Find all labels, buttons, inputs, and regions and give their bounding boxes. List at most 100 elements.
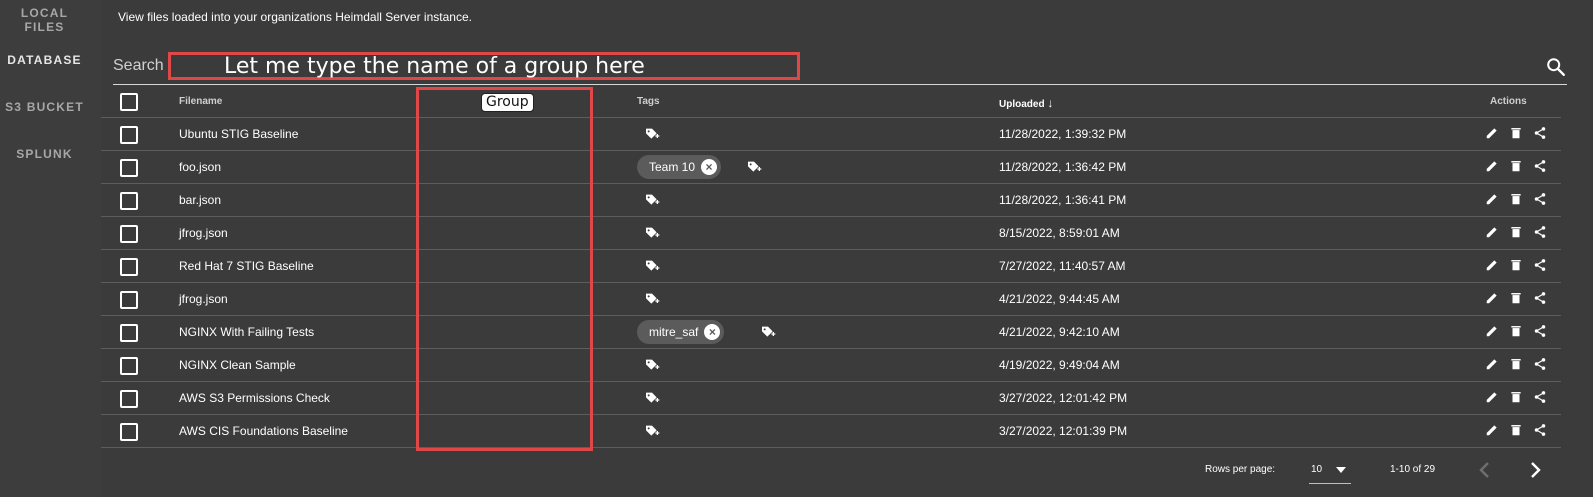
- filename-cell[interactable]: jfrog.json: [179, 226, 228, 240]
- trash-icon[interactable]: [1509, 357, 1523, 371]
- row-checkbox[interactable]: [120, 324, 138, 342]
- tag-plus-icon[interactable]: [644, 192, 660, 208]
- pencil-icon[interactable]: [1485, 324, 1499, 338]
- sidebar-item-s3-bucket[interactable]: S3 BUCKET: [0, 100, 89, 114]
- filename-cell[interactable]: jfrog.json: [179, 292, 228, 306]
- filename-cell[interactable]: bar.json: [179, 193, 221, 207]
- scrollbar[interactable]: [1567, 0, 1593, 497]
- share-icon[interactable]: [1533, 324, 1547, 338]
- pencil-icon[interactable]: [1485, 258, 1499, 272]
- uploaded-header-label: Uploaded: [999, 99, 1045, 110]
- uploaded-cell: 3/27/2022, 12:01:39 PM: [999, 424, 1128, 438]
- rows-per-page-label: Rows per page:: [1205, 464, 1276, 475]
- search-icon[interactable]: [1545, 56, 1567, 78]
- trash-icon[interactable]: [1509, 291, 1523, 305]
- row-checkbox[interactable]: [120, 357, 138, 375]
- trash-icon[interactable]: [1509, 423, 1523, 437]
- table-row[interactable]: Ubuntu STIG Baseline 11/28/2022, 1:39:32 …: [101, 118, 1561, 151]
- group-column-annotation-box: [416, 87, 593, 451]
- filename-cell[interactable]: AWS CIS Foundations Baseline: [179, 424, 348, 438]
- page-subtitle: View files loaded into your organization…: [118, 10, 472, 24]
- row-checkbox[interactable]: [120, 159, 138, 177]
- row-checkbox[interactable]: [120, 423, 138, 441]
- close-circle-icon[interactable]: ×: [701, 159, 718, 175]
- column-header-tags[interactable]: Tags: [637, 96, 660, 107]
- filename-cell[interactable]: AWS S3 Permissions Check: [179, 391, 330, 405]
- share-icon[interactable]: [1533, 126, 1547, 140]
- share-icon[interactable]: [1533, 225, 1547, 239]
- uploaded-cell: 11/28/2022, 1:39:32 PM: [999, 127, 1127, 141]
- tag-plus-icon[interactable]: [644, 423, 660, 439]
- uploaded-cell: 7/27/2022, 11:40:57 AM: [999, 259, 1126, 273]
- tag-chip-label: mitre_saf: [649, 325, 699, 339]
- tag-plus-icon[interactable]: [644, 390, 660, 406]
- row-checkbox[interactable]: [120, 192, 138, 210]
- previous-page-icon[interactable]: [1475, 459, 1495, 481]
- filename-cell[interactable]: NGINX With Failing Tests: [179, 325, 314, 339]
- tag-plus-icon[interactable]: [644, 357, 660, 373]
- tag-plus-icon[interactable]: [746, 159, 762, 175]
- table-row[interactable]: NGINX Clean Sample 4/19/2022, 9:49:04 AM: [101, 349, 1561, 382]
- share-icon[interactable]: [1533, 258, 1547, 272]
- share-icon[interactable]: [1533, 390, 1547, 404]
- share-icon[interactable]: [1533, 357, 1547, 371]
- tag-plus-icon[interactable]: [644, 126, 660, 142]
- trash-icon[interactable]: [1509, 225, 1523, 239]
- tag-chip[interactable]: Team 10 ×: [637, 155, 722, 179]
- pencil-icon[interactable]: [1485, 126, 1499, 140]
- tag-plus-icon[interactable]: [760, 324, 776, 340]
- next-page-icon[interactable]: [1525, 459, 1545, 481]
- row-checkbox[interactable]: [120, 258, 138, 276]
- pencil-icon[interactable]: [1485, 423, 1499, 437]
- group-annotation-label: Group: [481, 93, 534, 112]
- tag-plus-icon[interactable]: [644, 258, 660, 274]
- pencil-icon[interactable]: [1485, 390, 1499, 404]
- row-checkbox[interactable]: [120, 126, 138, 144]
- share-icon[interactable]: [1533, 291, 1547, 305]
- sidebar-item-splunk[interactable]: SPLUNK: [0, 147, 89, 161]
- table-row[interactable]: Red Hat 7 STIG Baseline 7/27/2022, 11:40:…: [101, 250, 1561, 283]
- share-icon[interactable]: [1533, 192, 1547, 206]
- row-checkbox[interactable]: [120, 291, 138, 309]
- row-checkbox[interactable]: [120, 390, 138, 408]
- tag-chip[interactable]: mitre_saf ×: [637, 320, 725, 344]
- share-icon[interactable]: [1533, 423, 1547, 437]
- tag-plus-icon[interactable]: [644, 291, 660, 307]
- uploaded-cell: 4/21/2022, 9:42:10 AM: [999, 325, 1120, 339]
- trash-icon[interactable]: [1509, 324, 1523, 338]
- pencil-icon[interactable]: [1485, 357, 1499, 371]
- close-circle-icon[interactable]: ×: [704, 324, 721, 340]
- pencil-icon[interactable]: [1485, 291, 1499, 305]
- filename-cell[interactable]: Red Hat 7 STIG Baseline: [179, 259, 314, 273]
- share-icon[interactable]: [1533, 159, 1547, 173]
- column-header-uploaded[interactable]: Uploaded ↓: [999, 96, 1053, 110]
- sidebar-item-local-files[interactable]: LOCAL FILES: [0, 6, 89, 34]
- table-row[interactable]: AWS S3 Permissions Check 3/27/2022, 12:01…: [101, 382, 1561, 415]
- table-row[interactable]: foo.json Team 10 × 11/28/2022, 1:36:42 PM: [101, 151, 1561, 184]
- filename-cell[interactable]: Ubuntu STIG Baseline: [179, 127, 298, 141]
- table-body: Ubuntu STIG Baseline 11/28/2022, 1:39:32 …: [101, 118, 1561, 448]
- select-all-checkbox[interactable]: [120, 93, 138, 111]
- rows-per-page-select[interactable]: 10: [1309, 457, 1351, 484]
- trash-icon[interactable]: [1509, 126, 1523, 140]
- tag-plus-icon[interactable]: [644, 225, 660, 241]
- filename-cell[interactable]: foo.json: [179, 160, 221, 174]
- table-row[interactable]: jfrog.json 8/15/2022, 8:59:01 AM: [101, 217, 1561, 250]
- pencil-icon[interactable]: [1485, 192, 1499, 206]
- pencil-icon[interactable]: [1485, 225, 1499, 239]
- filename-cell[interactable]: NGINX Clean Sample: [179, 358, 296, 372]
- trash-icon[interactable]: [1509, 390, 1523, 404]
- table-row[interactable]: NGINX With Failing Tests mitre_saf × 4/21/2…: [101, 316, 1561, 349]
- trash-icon[interactable]: [1509, 192, 1523, 206]
- table-row[interactable]: bar.json 11/28/2022, 1:36:41 PM: [101, 184, 1561, 217]
- table-row[interactable]: jfrog.json 4/21/2022, 9:44:45 AM: [101, 283, 1561, 316]
- trash-icon[interactable]: [1509, 159, 1523, 173]
- uploaded-cell: 4/21/2022, 9:44:45 AM: [999, 292, 1120, 306]
- pencil-icon[interactable]: [1485, 159, 1499, 173]
- chevron-down-icon: [1336, 467, 1346, 473]
- sidebar-item-database[interactable]: DATABASE: [0, 53, 89, 67]
- trash-icon[interactable]: [1509, 258, 1523, 272]
- column-header-filename[interactable]: Filename: [179, 96, 222, 107]
- row-checkbox[interactable]: [120, 225, 138, 243]
- table-row[interactable]: AWS CIS Foundations Baseline 3/27/2022, 1…: [101, 415, 1561, 448]
